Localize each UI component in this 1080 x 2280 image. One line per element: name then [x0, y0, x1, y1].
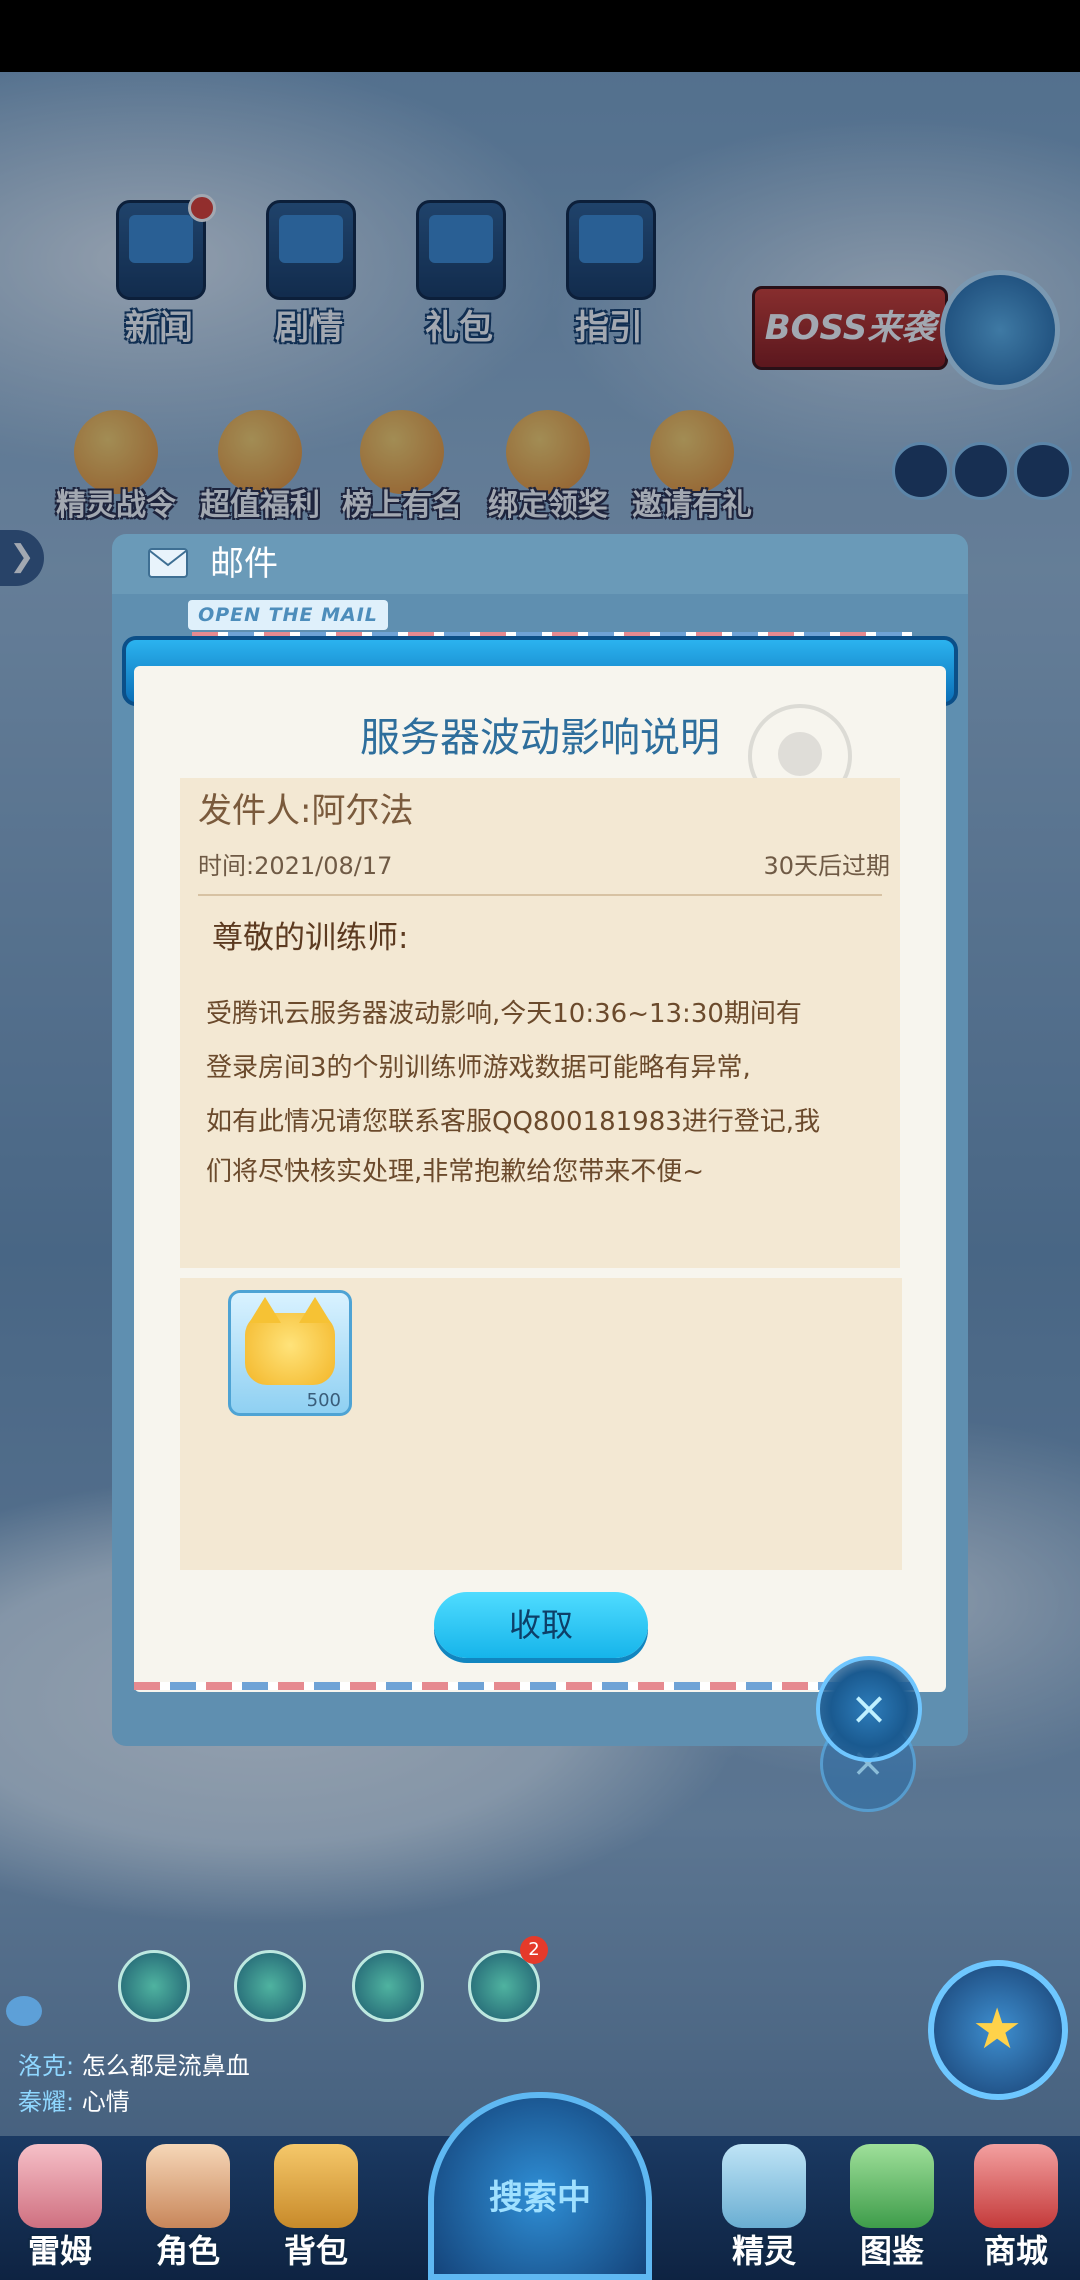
notification-badge: 2: [520, 1936, 548, 1964]
nav-label: 图鉴: [859, 2232, 924, 2270]
chat-line: 秦耀: 心情: [18, 2082, 130, 2122]
body-line: 登录房间3的个别训练师游戏数据可能略有异常,: [206, 1053, 751, 1083]
cat-coin-icon: [245, 1297, 335, 1385]
body-line: 如有此情况请您联系客服QQ800181983进行登记,我: [206, 1107, 821, 1137]
nav-label: 背包: [283, 2232, 348, 2270]
panda-face-icon[interactable]: [352, 1950, 424, 2022]
mail-header-title: 邮件: [210, 544, 278, 584]
game-screen: 新闻 剧情 礼包 指引 BOSS来袭 精灵战令 超值福利 榜上有名 绑定领奖 邀…: [0, 0, 1080, 2280]
close-icon: ×: [849, 1681, 889, 1735]
star-icon: ★: [972, 1997, 1023, 2062]
nav-backpack[interactable]: 背包: [256, 2140, 376, 2280]
nav-shop[interactable]: 商城: [956, 2140, 1076, 2280]
spirit-icon: [722, 2144, 806, 2228]
nav-codex[interactable]: 图鉴: [832, 2140, 952, 2280]
greeting: 尊敬的训练师:: [212, 920, 409, 956]
status-bar: [0, 0, 1080, 72]
shop-icon: [974, 2144, 1058, 2228]
chat-message: 怎么都是流鼻血: [81, 2052, 250, 2080]
reward-count: 500: [306, 1390, 341, 1411]
chat-sender: 洛克:: [18, 2052, 75, 2080]
divider: [198, 894, 882, 896]
mail-header: 邮件: [112, 534, 968, 594]
nav-label: 精灵: [731, 2232, 796, 2270]
close-button[interactable]: ×: [816, 1656, 922, 1762]
sender: 发件人:阿尔法: [198, 791, 414, 831]
nav-label: 雷姆: [27, 2232, 92, 2270]
compass-icon[interactable]: [234, 1950, 306, 2022]
envelope-icon: [148, 548, 188, 578]
codex-icon: [850, 2144, 934, 2228]
mail-dialog: 邮件 OPEN THE MAIL 服务器波动影响说明 发件人:阿尔法 时间:20…: [112, 534, 968, 1746]
character-avatar-icon: [146, 2144, 230, 2228]
nav-label: 商城: [983, 2232, 1048, 2270]
letter-title: 服务器波动影响说明: [360, 715, 720, 761]
reward-item[interactable]: 500: [228, 1290, 352, 1416]
nav-leimu[interactable]: 雷姆: [0, 2140, 120, 2280]
leimu-avatar-icon: [18, 2144, 102, 2228]
claim-button[interactable]: 收取: [434, 1592, 648, 1658]
chat-message: 心情: [81, 2088, 130, 2116]
expiry-notice: 30天后过期: [763, 852, 890, 880]
tree-icon[interactable]: [118, 1950, 190, 2022]
chat-line: 洛克: 怎么都是流鼻血: [18, 2046, 250, 2086]
body-line: 们将尽快核实处理,非常抱歉给您带来不便~: [206, 1157, 705, 1187]
body-line: 受腾讯云服务器波动影响,今天10:36~13:30期间有: [206, 999, 802, 1029]
chat-sender: 秦耀:: [18, 2088, 75, 2116]
star-button[interactable]: ★: [928, 1960, 1068, 2100]
open-the-mail-tag: OPEN THE MAIL: [188, 600, 388, 630]
chat-bubble-icon[interactable]: [6, 1996, 42, 2026]
nav-character[interactable]: 角色: [128, 2140, 248, 2280]
airmail-stripe: [134, 1682, 914, 1690]
search-label: 搜索中: [489, 2178, 591, 2218]
backpack-icon: [274, 2144, 358, 2228]
chat-panel[interactable]: 洛克: 怎么都是流鼻血 秦耀: 心情: [0, 2036, 520, 2124]
nav-label: 角色: [155, 2232, 220, 2270]
send-date: 时间:2021/08/17: [198, 852, 393, 880]
nav-spirit[interactable]: 精灵: [704, 2140, 824, 2280]
